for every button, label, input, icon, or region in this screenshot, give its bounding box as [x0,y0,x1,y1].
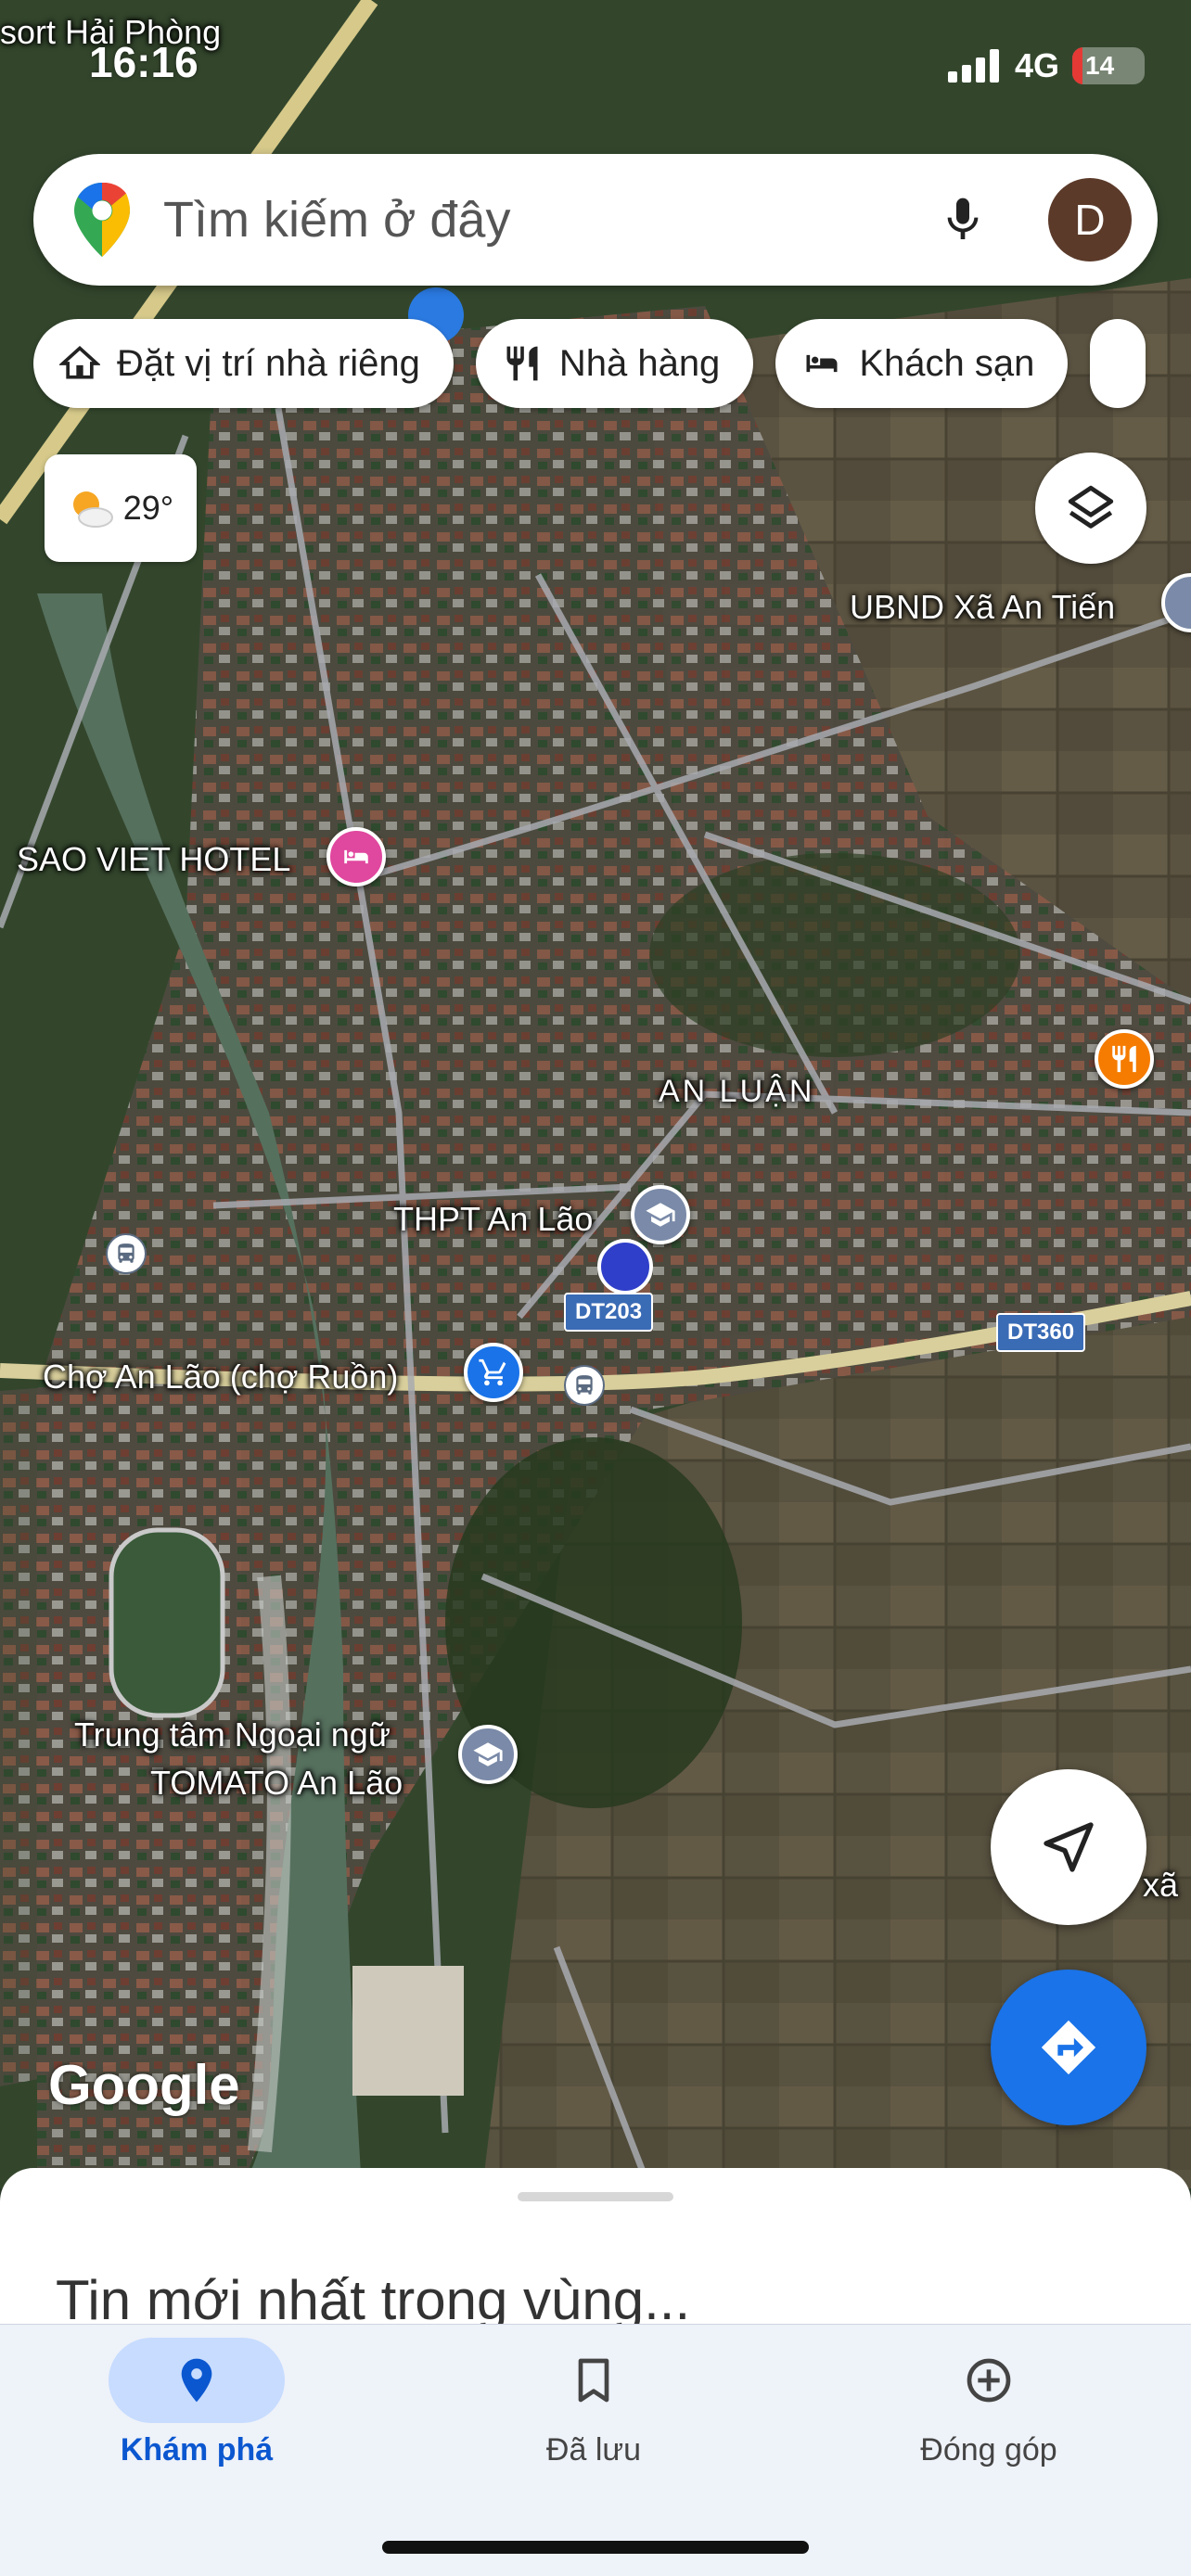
home-icon [59,346,100,379]
bus-stop-icon[interactable] [106,1233,147,1274]
chip-restaurants[interactable]: Nhà hàng [475,319,754,408]
weather-widget[interactable]: 29° [45,454,197,562]
layers-button[interactable] [1035,453,1146,564]
chip-home-label: Đặt vị trí nhà riêng [117,342,420,384]
my-location-button[interactable] [991,1769,1146,1925]
market-pin-icon[interactable] [464,1343,523,1402]
road-shield-dt203: DT203 [564,1293,654,1332]
directions-button[interactable] [991,1970,1146,2125]
restaurant-icon [506,346,538,381]
school-pin-icon[interactable] [631,1185,690,1244]
nav-explore[interactable]: Khám phá [58,2338,336,2468]
weather-temp: 29° [122,489,174,527]
map-label-center-1[interactable]: Trung tâm Ngoại ngữ [74,1715,391,1754]
hotel-icon [806,354,838,373]
nav-contribute-label: Đóng góp [920,2432,1057,2468]
layers-icon [1068,485,1114,529]
category-chips: Đặt vị trí nhà riêng Nhà hàng Khách sạn [33,319,1146,408]
battery-level: 14 [1085,51,1115,80]
chip-restaurants-label: Nhà hàng [558,342,721,384]
sheet-drag-handle[interactable] [518,2192,673,2201]
explore-pin-icon [181,2358,212,2403]
restaurant-pin-icon[interactable] [1095,1029,1154,1089]
home-indicator[interactable] [382,2541,809,2554]
map-label-market[interactable]: Chợ An Lão (chợ Ruồn) [43,1358,398,1396]
chip-hotels[interactable]: Khách sạn [775,319,1069,408]
microphone-icon[interactable] [937,190,989,249]
chip-hotels-label: Khách sạn [859,342,1035,384]
chip-home[interactable]: Đặt vị trí nhà riêng [33,319,454,408]
nav-saved-label: Đã lưu [545,2432,642,2468]
google-logo: Google [48,2054,240,2116]
map-label-area: AN LUẬN [659,1074,815,1109]
map-label-hotel[interactable]: SAO VIET HOTEL [17,840,290,879]
map-label-ubnd[interactable]: UBND Xã An Tiến [850,588,1115,627]
chip-more[interactable] [1090,319,1146,408]
network-type: 4G [1014,46,1059,84]
map-label-center-2[interactable]: TOMATO An Lão [150,1764,403,1803]
language-center-pin-icon[interactable] [458,1725,518,1784]
search-bar[interactable]: Tìm kiếm ở đây D [33,154,1158,286]
battery-icon: 14 [1072,47,1145,84]
signal-icon [947,49,999,83]
search-input[interactable]: Tìm kiếm ở đây [163,191,937,249]
bottom-navigation: Khám phá Đã lưu Đóng góp [0,2324,1191,2576]
status-time: 16:16 [89,38,198,86]
status-indicators: 4G 14 [947,46,1145,85]
navigation-arrow-icon [1044,1822,1094,1872]
partly-cloudy-icon [72,491,113,528]
map-label-school[interactable]: THPT An Lão [393,1200,593,1239]
nav-explore-label: Khám phá [120,2432,274,2468]
google-maps-logo-icon [74,183,130,257]
account-avatar[interactable]: D [1048,178,1132,261]
hotel-pin-icon[interactable] [327,827,386,886]
road-shield-dt360: DT360 [996,1313,1086,1352]
bookmark-icon [578,2358,609,2403]
sheet-title: Tin mới nhất trong vùng... [56,2269,691,2331]
current-location-dot [597,1239,653,1294]
nav-saved[interactable]: Đã lưu [455,2338,733,2468]
nav-contribute[interactable]: Đóng góp [850,2338,1128,2468]
add-circle-icon [967,2358,1011,2403]
directions-icon [1041,2020,1096,2075]
bus-stop-icon[interactable] [564,1365,605,1406]
